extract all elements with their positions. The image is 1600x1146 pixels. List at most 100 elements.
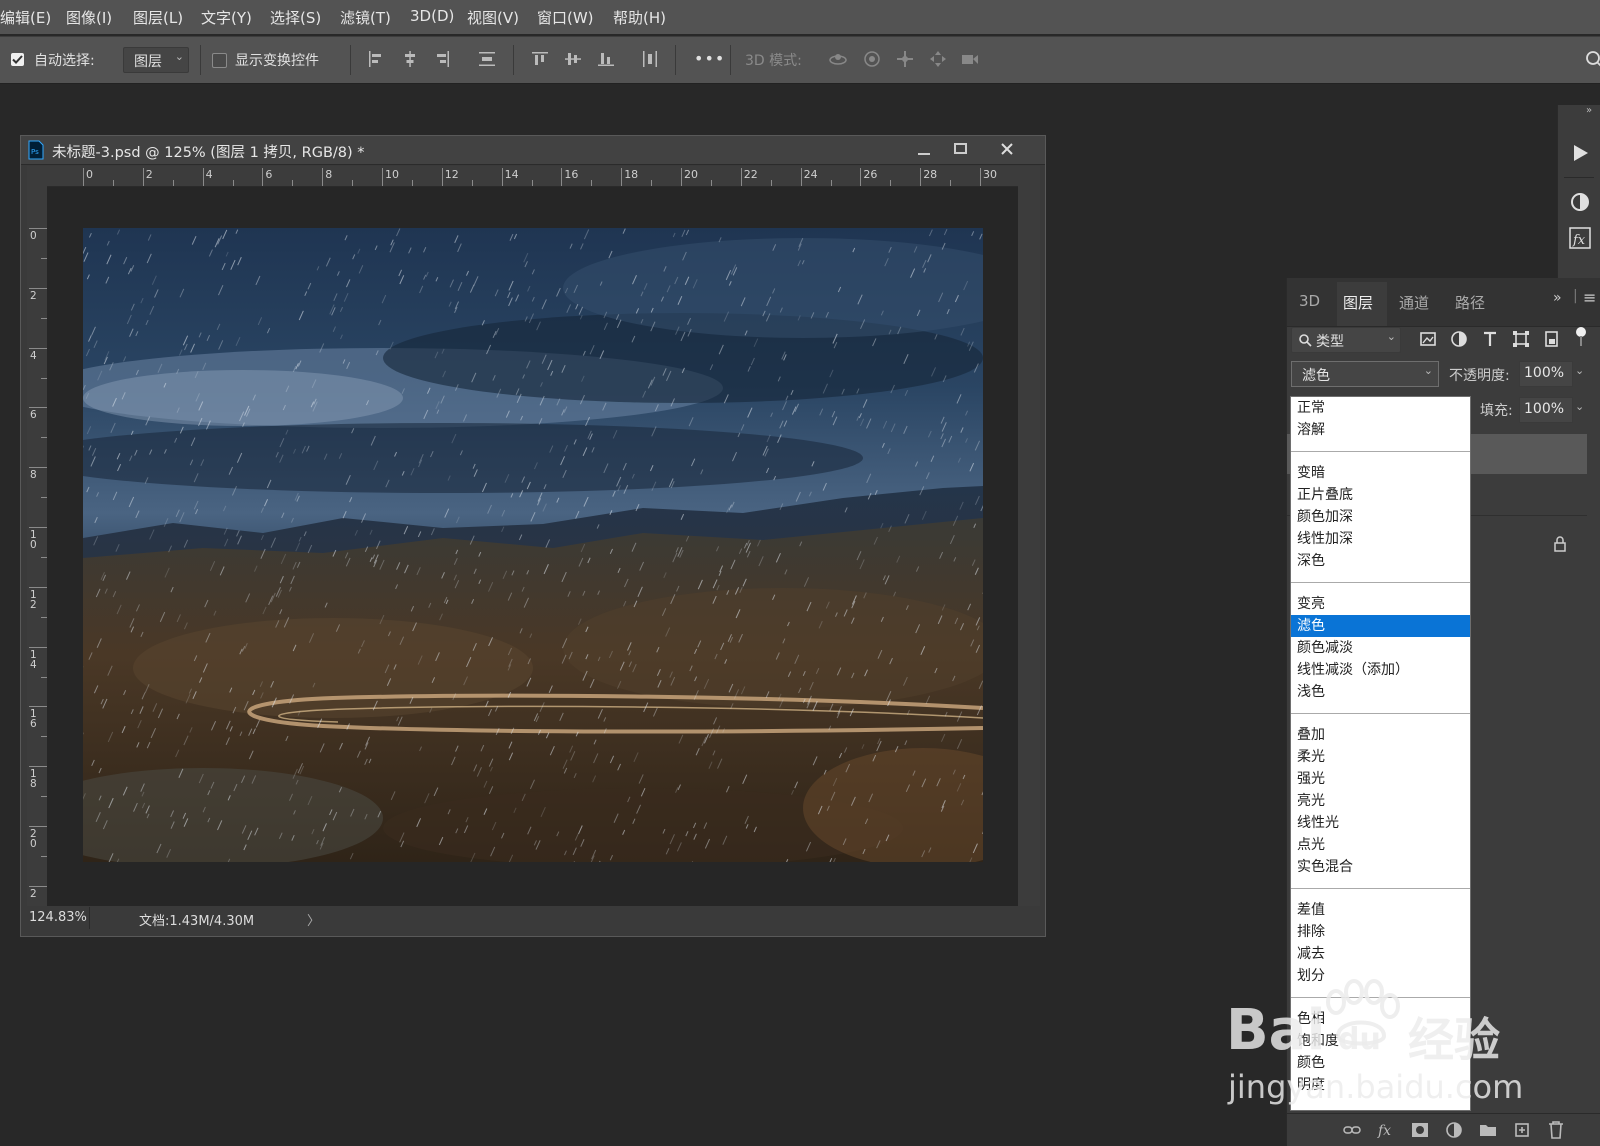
add-mask-icon[interactable] [1411,1121,1429,1139]
orbit-3d-icon[interactable] [828,49,848,69]
minimize-icon[interactable] [916,144,932,156]
ruler-tick [233,180,234,186]
show-transform-checkbox[interactable] [212,53,227,68]
blend-mode-option[interactable]: 划分 [1291,965,1470,987]
blend-mode-option[interactable]: 颜色减淡 [1291,637,1470,659]
blend-mode-dropdown[interactable]: 滤色 ⌄ [1291,361,1439,387]
align-center-h-icon[interactable] [400,49,420,69]
blend-mode-option[interactable]: 深色 [1291,550,1470,572]
delete-layer-icon[interactable] [1547,1120,1565,1140]
filter-smart-object-icon[interactable] [1543,330,1561,348]
canvas-image[interactable] [83,228,983,862]
roll-3d-icon[interactable] [862,49,882,69]
search-icon[interactable] [1584,49,1600,69]
filter-toggle-icon[interactable] [1574,326,1588,348]
align-middle-v-icon[interactable] [563,49,583,69]
tab-paths[interactable]: 路径 [1455,292,1485,313]
blend-mode-option[interactable]: 颜色 [1291,1052,1470,1074]
menu-3d[interactable]: 3D(D) [410,7,454,25]
menu-help[interactable]: 帮助(H) [613,7,666,28]
panel-tabs: 3D 图层 通道 路径 » | ≡ [1287,278,1600,327]
blend-mode-option[interactable]: 变暗 [1291,462,1470,484]
expand-panels-icon[interactable]: » [1586,105,1592,116]
vertical-scrollbar[interactable] [1018,186,1040,906]
blend-mode-option[interactable]: 正常 [1291,397,1470,419]
distribute-horizontal-icon[interactable] [640,49,660,69]
blend-mode-option[interactable]: 亮光 [1291,790,1470,812]
blend-mode-option[interactable]: 叠加 [1291,724,1470,746]
menu-image[interactable]: 图像(I) [66,7,112,28]
fill-chevron-icon[interactable]: ⌄ [1575,400,1584,413]
align-top-icon[interactable] [530,49,550,69]
blend-mode-option[interactable]: 颜色加深 [1291,506,1470,528]
blend-mode-option[interactable]: 线性减淡（添加） [1291,659,1470,681]
new-group-icon[interactable] [1479,1121,1497,1139]
opacity-input[interactable]: 100% [1519,361,1573,387]
blend-mode-option[interactable]: 减去 [1291,943,1470,965]
fill-input[interactable]: 100% [1519,397,1573,423]
styles-fx-icon[interactable]: fx [1569,227,1591,249]
status-menu-arrow[interactable]: 〉 [307,910,320,929]
auto-select-dropdown[interactable]: 图层 ⌄ [123,47,189,73]
new-adjustment-layer-icon[interactable] [1445,1121,1463,1139]
blend-mode-option[interactable]: 浅色 [1291,681,1470,703]
menu-layer[interactable]: 图层(L) [133,7,183,28]
adjustments-icon[interactable] [1570,192,1590,212]
tab-3d[interactable]: 3D [1299,292,1320,310]
blend-mode-option[interactable]: 明度 [1291,1074,1470,1096]
menu-view[interactable]: 视图(V) [467,7,519,28]
play-actions-icon[interactable] [1570,143,1590,163]
blend-mode-option[interactable]: 色相 [1291,1008,1470,1030]
more-options-button[interactable]: ••• [694,49,725,68]
menu-type[interactable]: 文字(Y) [201,7,252,28]
blend-mode-option[interactable]: 饱和度 [1291,1030,1470,1052]
menu-edit[interactable]: 编辑(E) [0,7,51,28]
blend-mode-option[interactable]: 点光 [1291,834,1470,856]
filter-adjustment-icon[interactable] [1450,330,1468,348]
new-layer-icon[interactable] [1513,1121,1531,1139]
blend-mode-option[interactable]: 变亮 [1291,593,1470,615]
opacity-chevron-icon[interactable]: ⌄ [1575,364,1584,377]
document-title-bar[interactable]: Ps 未标题-3.psd @ 125% (图层 1 拷贝, RGB/8) * [21,136,1045,165]
close-icon[interactable] [999,141,1015,157]
align-left-icon[interactable] [366,49,386,69]
slide-3d-icon[interactable] [928,49,948,69]
blend-mode-option[interactable]: 实色混合 [1291,856,1470,878]
filter-pixel-icon[interactable] [1419,330,1437,348]
layer-style-fx-icon[interactable]: fx [1377,1120,1395,1140]
blend-mode-separator [1291,713,1470,714]
blend-mode-option[interactable]: 柔光 [1291,746,1470,768]
blend-mode-option[interactable]: 线性加深 [1291,528,1470,550]
filter-shape-icon[interactable] [1512,330,1530,348]
menu-filter[interactable]: 滤镜(T) [340,7,391,28]
menu-window[interactable]: 窗口(W) [537,7,594,28]
blend-mode-option[interactable]: 排除 [1291,921,1470,943]
menu-select[interactable]: 选择(S) [270,7,321,28]
horizontal-ruler: 024681012141618202224262830 [27,166,1040,187]
align-right-icon[interactable] [432,49,452,69]
panel-menu-icon[interactable]: ≡ [1583,288,1596,307]
filter-type-icon[interactable] [1481,330,1499,348]
zoom-level[interactable]: 124.83% [29,910,87,925]
link-layers-icon[interactable] [1343,1122,1361,1138]
ruler-tick [29,886,47,887]
blend-mode-option[interactable]: 差值 [1291,899,1470,921]
camera-3d-icon[interactable] [960,49,980,69]
auto-select-checkbox[interactable] [11,53,24,66]
tab-layers[interactable]: 图层 [1343,292,1373,313]
blend-mode-option[interactable]: 滤色 [1291,615,1470,637]
blend-mode-option[interactable]: 溶解 [1291,419,1470,441]
blend-mode-option[interactable]: 线性光 [1291,812,1470,834]
tab-channels[interactable]: 通道 [1399,292,1429,313]
blend-mode-option[interactable]: 正片叠底 [1291,484,1470,506]
layer-filter-dropdown[interactable]: 类型 ⌄ [1291,327,1401,353]
pan-3d-icon[interactable] [895,49,915,69]
distribute-vertical-icon[interactable] [477,49,497,69]
panel-collapse-icon[interactable]: » [1553,290,1562,306]
blend-mode-separator [1291,582,1470,583]
ruler-label: 1 2 [30,590,37,610]
maximize-icon[interactable] [953,142,969,156]
ruler-tick [711,180,712,186]
align-bottom-icon[interactable] [596,49,616,69]
blend-mode-option[interactable]: 强光 [1291,768,1470,790]
